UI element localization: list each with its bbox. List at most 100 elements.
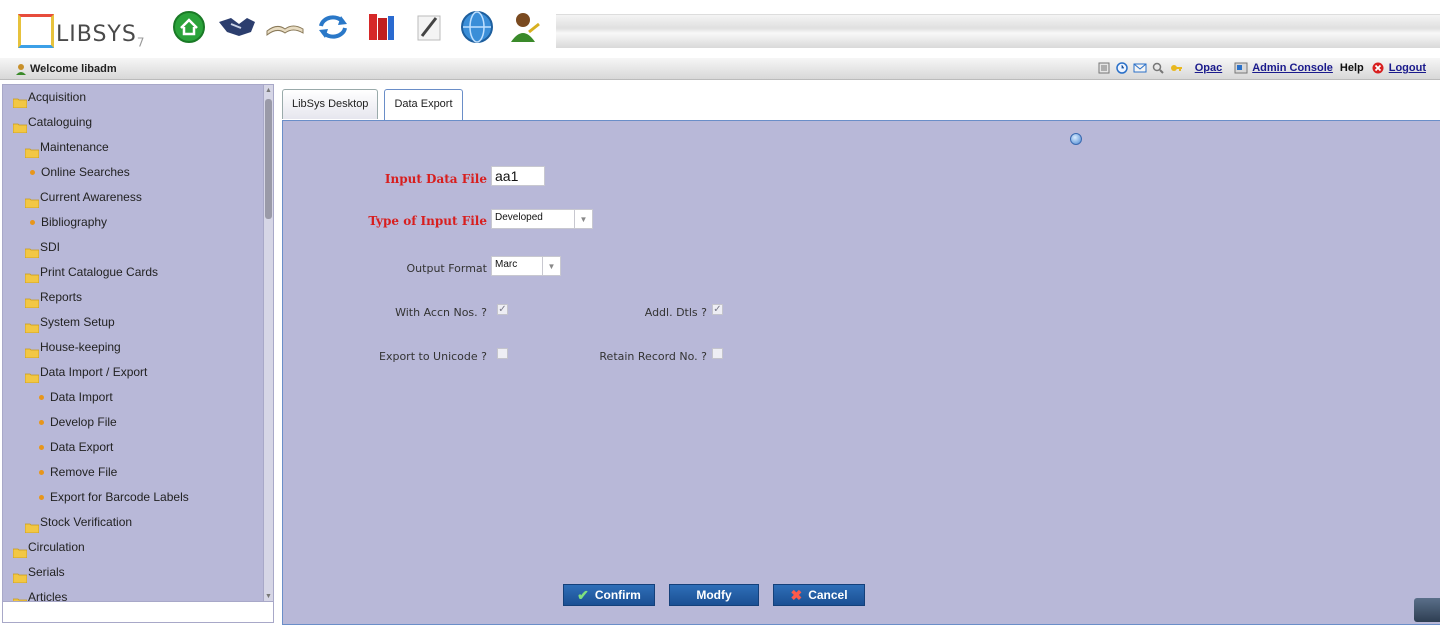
- corner-widget-icon[interactable]: [1414, 598, 1440, 622]
- chevron-down-icon[interactable]: ▼: [543, 256, 561, 276]
- sidebar-item-articles[interactable]: Articles: [3, 585, 265, 602]
- tab-data-export[interactable]: Data Export: [384, 89, 463, 121]
- sidebar-item-current-awareness[interactable]: Current Awareness: [3, 185, 265, 210]
- folder-icon: [24, 242, 40, 259]
- sidebar-item-online-searches[interactable]: Online Searches: [3, 160, 265, 185]
- help-link[interactable]: Help: [1340, 62, 1364, 74]
- folder-icon: [24, 142, 40, 159]
- close-icon: ✖: [790, 587, 803, 603]
- tab-bar: LibSys Desktop Data Export: [282, 89, 463, 121]
- open-book-icon[interactable]: [264, 6, 306, 48]
- bullet-icon: [39, 445, 44, 450]
- check-icon: ✔: [577, 587, 589, 603]
- tab-libsys-desktop[interactable]: LibSys Desktop: [282, 89, 379, 119]
- sidebar-item-label: SDI: [40, 240, 61, 254]
- key-icon[interactable]: [1169, 61, 1183, 75]
- search-icon[interactable]: [1151, 61, 1165, 75]
- logout-icon: [1371, 61, 1385, 75]
- opac-link[interactable]: Opac: [1195, 62, 1223, 74]
- type-of-input-file-value: Developed: [491, 209, 575, 229]
- admin-console-link[interactable]: Admin Console: [1252, 62, 1333, 74]
- sidebar-item-cataloguing[interactable]: Cataloguing: [3, 110, 265, 135]
- logo-text: LIBSYS7: [56, 22, 146, 50]
- sidebar-item-label: Current Awareness: [40, 190, 142, 204]
- sidebar-item-circulation[interactable]: Circulation: [3, 535, 265, 560]
- sidebar-item-data-import-export[interactable]: Data Import / Export: [3, 360, 265, 385]
- bullet-icon: [39, 495, 44, 500]
- output-format-select[interactable]: Marc ▼: [491, 256, 561, 276]
- sidebar-item-export-barcode-labels[interactable]: Export for Barcode Labels: [3, 485, 265, 510]
- folder-icon: [12, 567, 28, 584]
- folder-icon: [24, 517, 40, 534]
- welcome-bar: Welcome libadm Opac Admin Console Help L…: [0, 58, 1440, 80]
- sidebar-item-print-catalogue-cards[interactable]: Print Catalogue Cards: [3, 260, 265, 285]
- books-icon[interactable]: [360, 6, 402, 48]
- sidebar-item-label: Articles: [28, 590, 68, 602]
- input-data-file-field[interactable]: aa1: [491, 166, 545, 186]
- globe-icon[interactable]: [456, 6, 498, 48]
- sidebar-item-label: Maintenance: [40, 140, 109, 154]
- type-of-input-file-select[interactable]: Developed ▼: [491, 209, 593, 229]
- sidebar-item-system-setup[interactable]: System Setup: [3, 310, 265, 335]
- clock-icon[interactable]: [1115, 61, 1129, 75]
- sidebar-item-reports[interactable]: Reports: [3, 285, 265, 310]
- addl-dtls-checkbox[interactable]: ✓: [712, 304, 723, 315]
- refresh-icon[interactable]: [312, 6, 354, 48]
- sidebar-item-label: Reports: [40, 290, 83, 304]
- sidebar-item-label: System Setup: [40, 315, 115, 329]
- retain-record-no-label: Retain Record No. ?: [599, 350, 707, 363]
- export-to-unicode-checkbox[interactable]: [497, 348, 508, 359]
- top-toolbar: LIBSYS7: [0, 0, 1440, 58]
- cancel-button[interactable]: ✖ Cancel: [773, 584, 865, 606]
- handshake-icon[interactable]: [216, 6, 258, 48]
- folder-icon: [24, 367, 40, 384]
- sidebar-item-bibliography[interactable]: Bibliography: [3, 210, 265, 235]
- sidebar-item-label: Data Import: [50, 390, 113, 404]
- bullet-icon: [39, 470, 44, 475]
- sidebar-item-acquisition[interactable]: Acquisition: [3, 85, 265, 110]
- sidebar-item-label: Acquisition: [28, 90, 87, 104]
- sidebar-item-sdi[interactable]: SDI: [3, 235, 265, 260]
- bullet-icon: [30, 170, 35, 175]
- libsys-logo: LIBSYS7: [12, 8, 162, 54]
- sidebar-item-house-keeping[interactable]: House-keeping: [3, 335, 265, 360]
- sidebar-item-remove-file[interactable]: Remove File: [3, 460, 265, 485]
- mail-icon[interactable]: [1133, 61, 1147, 75]
- sidebar-item-label: Data Import / Export: [40, 365, 148, 379]
- scroll-up-icon[interactable]: ▲: [265, 86, 272, 96]
- folder-icon: [12, 92, 28, 109]
- logout-link[interactable]: Logout: [1389, 62, 1426, 74]
- retain-record-no-checkbox[interactable]: [712, 348, 723, 359]
- confirm-button[interactable]: ✔ Confirm: [563, 584, 655, 606]
- export-to-unicode-label: Export to Unicode ?: [379, 350, 487, 363]
- sidebar-item-label: Stock Verification: [40, 515, 133, 529]
- sidebar-item-stock-verification[interactable]: Stock Verification: [3, 510, 265, 535]
- scroll-thumb[interactable]: [265, 99, 272, 219]
- user-small-icon: [14, 62, 28, 76]
- modify-button[interactable]: Modfy: [669, 584, 759, 606]
- sidebar-item-label: House-keeping: [40, 340, 121, 354]
- sidebar-item-label: Data Export: [50, 440, 114, 454]
- folder-icon: [12, 117, 28, 134]
- sidebar-item-data-export[interactable]: Data Export: [3, 435, 265, 460]
- sidebar-item-label: Develop File: [50, 415, 117, 429]
- user-icon[interactable]: [504, 6, 546, 48]
- sidebar-item-maintenance[interactable]: Maintenance: [3, 135, 265, 160]
- welcome-label: Welcome libadm: [14, 62, 117, 76]
- collapse-icon[interactable]: [1070, 133, 1082, 145]
- sidebar-item-serials[interactable]: Serials: [3, 560, 265, 585]
- home-icon[interactable]: [168, 6, 210, 48]
- output-format-label: Output Format: [406, 262, 487, 275]
- sidebar-item-data-import[interactable]: Data Import: [3, 385, 265, 410]
- nav-tree: Acquisition Cataloguing Maintenance Onli…: [3, 85, 265, 602]
- sidebar-footer: [2, 601, 274, 623]
- sidebar-item-develop-file[interactable]: Develop File: [3, 410, 265, 435]
- list-icon[interactable]: [1097, 61, 1111, 75]
- folder-icon: [12, 542, 28, 559]
- sidebar-scrollbar[interactable]: ▲ ▼: [263, 85, 273, 601]
- with-accn-nos-checkbox[interactable]: ✓: [497, 304, 508, 315]
- input-data-file-label: Input Data File: [384, 172, 487, 186]
- pencil-icon[interactable]: [408, 6, 450, 48]
- bullet-icon: [39, 420, 44, 425]
- chevron-down-icon[interactable]: ▼: [575, 209, 593, 229]
